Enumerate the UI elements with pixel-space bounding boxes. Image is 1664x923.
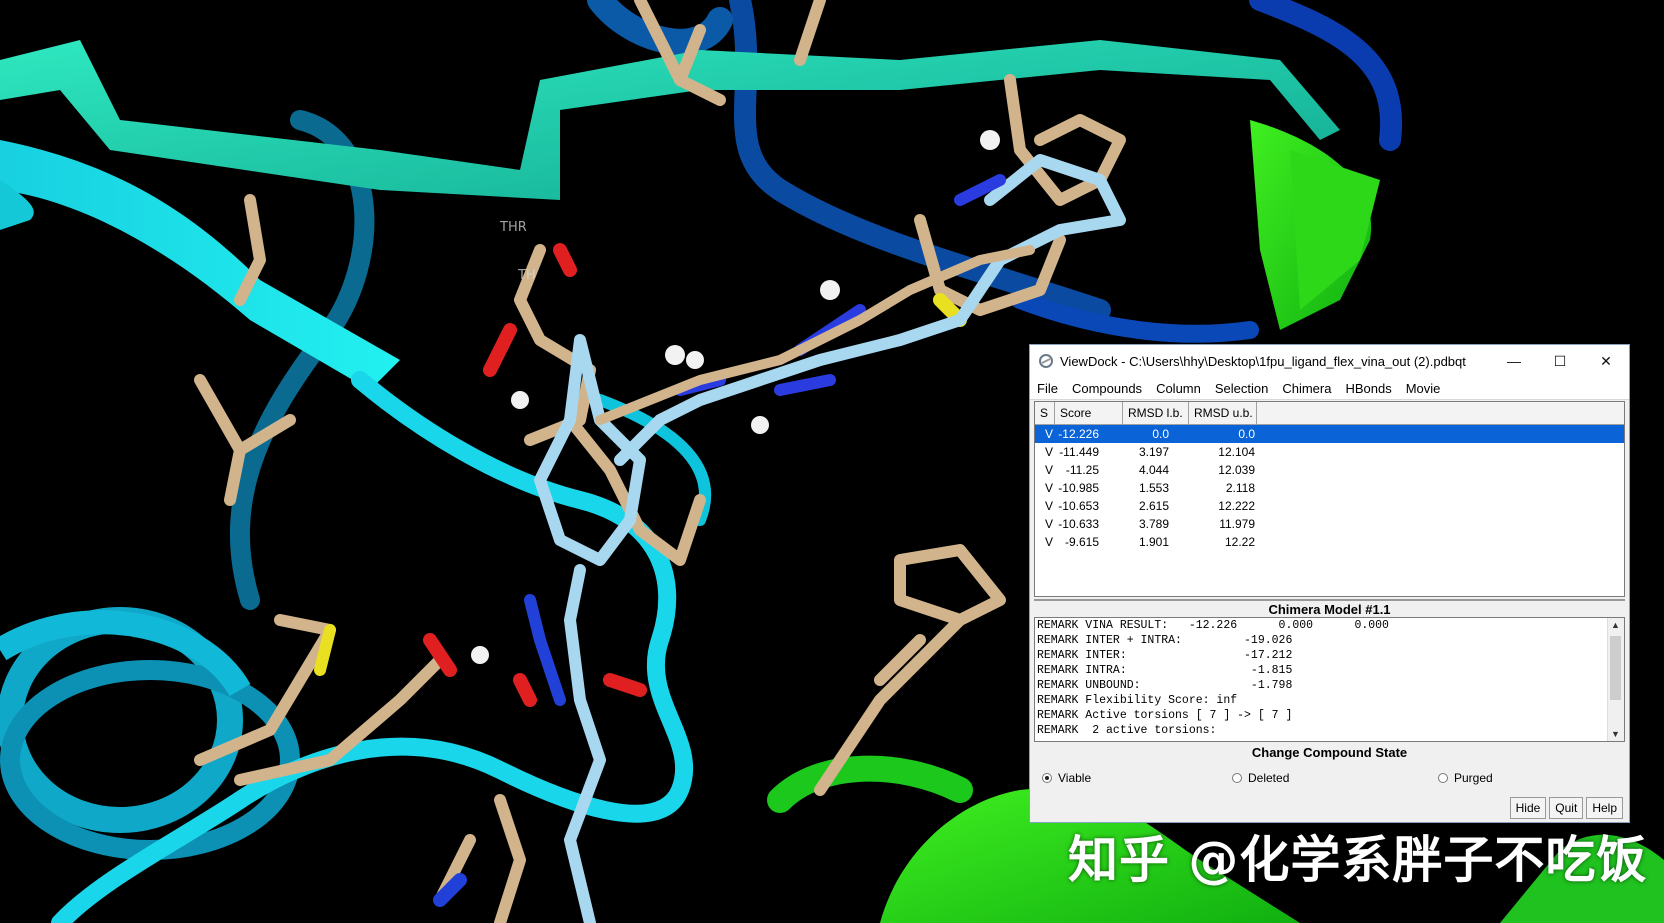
cell-score: -10.633: [1058, 517, 1099, 531]
radio-unchecked-icon: [1232, 773, 1242, 783]
cell-state: V: [1044, 535, 1053, 549]
remark-scrollbar[interactable]: ▲ ▼: [1607, 618, 1624, 741]
menu-file[interactable]: File: [1030, 381, 1065, 396]
cell-rmsd-lb: 1.553: [1138, 481, 1169, 495]
radio-label: Deleted: [1248, 771, 1290, 785]
watermark-text: 知乎 @化学系胖子不吃饭: [1068, 831, 1648, 889]
cell-rmsd-lb: 1.901: [1138, 535, 1169, 549]
remark-line: REMARK INTRA: -1.815: [1037, 664, 1293, 677]
menu-bar: File Compounds Column Selection Chimera …: [1030, 377, 1629, 400]
radio-deleted[interactable]: Deleted: [1232, 771, 1289, 785]
quit-button[interactable]: Quit: [1549, 797, 1584, 819]
model-title: Chimera Model #1.1: [1034, 599, 1625, 619]
radio-label: Purged: [1454, 771, 1493, 785]
remark-line: REMARK INTER: -17.212: [1037, 649, 1293, 662]
cell-rmsd-ub: 2.118: [1225, 481, 1255, 495]
radio-unchecked-icon: [1438, 773, 1448, 783]
compound-table: S Score RMSD l.b. RMSD u.b. V -12.226 0.…: [1034, 401, 1625, 597]
menu-movie[interactable]: Movie: [1399, 381, 1448, 396]
remark-line: REMARK 2 active torsions:: [1037, 724, 1217, 737]
state-section-title: Change Compound State: [1251, 745, 1408, 760]
help-button[interactable]: Help: [1586, 797, 1623, 819]
state-radio-group: Viable Deleted Purged: [1038, 769, 1623, 789]
radio-purged[interactable]: Purged: [1438, 771, 1493, 785]
table-row[interactable]: V -9.615 1.901 12.22: [1035, 533, 1624, 551]
cell-state: V: [1044, 463, 1053, 477]
cell-state: V: [1044, 517, 1053, 531]
scroll-thumb[interactable]: [1610, 636, 1621, 700]
cell-score: -12.226: [1058, 427, 1099, 441]
cell-score: -10.653: [1058, 499, 1099, 513]
window-title: ViewDock - C:\Users\hhy\Desktop\1fpu_lig…: [1060, 353, 1466, 369]
remark-line: REMARK UNBOUND: -1.798: [1037, 679, 1293, 692]
minimize-button[interactable]: —: [1491, 345, 1537, 377]
table-row[interactable]: V -10.633 3.789 11.979: [1035, 515, 1624, 533]
scroll-up-icon[interactable]: ▲: [1611, 620, 1620, 630]
cell-state: V: [1044, 499, 1053, 513]
chimera-app-icon: [1038, 353, 1054, 369]
cell-score: -10.985: [1058, 481, 1099, 495]
cell-state: V: [1044, 427, 1053, 441]
close-button[interactable]: ✕: [1583, 345, 1629, 377]
menu-hbonds[interactable]: HBonds: [1338, 381, 1398, 396]
menu-compounds[interactable]: Compounds: [1065, 381, 1149, 396]
residue-label-th: TH: [518, 268, 536, 283]
cell-state: V: [1044, 445, 1053, 459]
column-header-score[interactable]: Score: [1055, 402, 1123, 424]
cell-rmsd-lb: 3.197: [1138, 445, 1169, 459]
cell-rmsd-ub: 12.22: [1224, 535, 1255, 549]
cell-score: -11.25: [1065, 463, 1099, 477]
cell-rmsd-lb: 4.044: [1138, 463, 1169, 477]
radio-checked-icon: [1042, 773, 1052, 783]
remark-line: REMARK Flexibility Score: inf: [1037, 694, 1238, 707]
viewdock-window: ViewDock - C:\Users\hhy\Desktop\1fpu_lig…: [1029, 344, 1630, 823]
cell-rmsd-ub: 12.039: [1218, 463, 1255, 477]
residue-label-thr: THR: [500, 220, 527, 235]
cell-score: -9.615: [1064, 535, 1099, 549]
column-header-rmsd-lb[interactable]: RMSD l.b.: [1123, 402, 1189, 424]
radio-label: Viable: [1058, 771, 1092, 785]
menu-column[interactable]: Column: [1149, 381, 1208, 396]
cell-score: -11.449: [1059, 445, 1099, 459]
scroll-down-icon[interactable]: ▼: [1611, 729, 1620, 739]
table-row[interactable]: V -12.226 0.0 0.0: [1035, 425, 1624, 443]
table-header: S Score RMSD l.b. RMSD u.b.: [1035, 402, 1624, 425]
window-titlebar[interactable]: ViewDock - C:\Users\hhy\Desktop\1fpu_lig…: [1030, 345, 1629, 377]
menu-selection[interactable]: Selection: [1208, 381, 1275, 396]
cell-state: V: [1044, 481, 1053, 495]
remark-line: REMARK Active torsions [ 7 ] -> [ 7 ]: [1037, 709, 1293, 722]
remark-textbox[interactable]: REMARK VINA RESULT: -12.226 0.000 0.000 …: [1034, 617, 1625, 742]
cell-rmsd-ub: 12.222: [1218, 499, 1255, 513]
remark-line: REMARK INTER + INTRA: -19.026: [1037, 634, 1293, 647]
column-header-rmsd-ub[interactable]: RMSD u.b.: [1189, 402, 1257, 424]
remark-line: REMARK VINA RESULT: -12.226 0.000 0.000: [1037, 619, 1389, 632]
hide-button[interactable]: Hide: [1509, 797, 1547, 819]
cell-rmsd-lb: 0.0: [1152, 427, 1169, 441]
cell-rmsd-ub: 12.104: [1218, 445, 1255, 459]
table-row[interactable]: V -11.25 4.044 12.039: [1035, 461, 1624, 479]
column-header-s[interactable]: S: [1035, 402, 1055, 424]
table-row[interactable]: V -10.985 1.553 2.118: [1035, 479, 1624, 497]
dialog-buttons: Hide Quit Help: [1509, 797, 1623, 819]
radio-viable[interactable]: Viable: [1042, 771, 1091, 785]
cell-rmsd-ub: 0.0: [1238, 427, 1255, 441]
cell-rmsd-lb: 2.615: [1138, 499, 1169, 513]
menu-chimera[interactable]: Chimera: [1275, 381, 1338, 396]
hydrogen-atoms: [471, 130, 1000, 664]
table-row[interactable]: V -11.449 3.197 12.104: [1035, 443, 1624, 461]
maximize-button[interactable]: ☐: [1537, 345, 1583, 377]
cell-rmsd-ub: 11.979: [1219, 517, 1255, 531]
cell-rmsd-lb: 3.789: [1138, 517, 1169, 531]
table-row[interactable]: V -10.653 2.615 12.222: [1035, 497, 1624, 515]
